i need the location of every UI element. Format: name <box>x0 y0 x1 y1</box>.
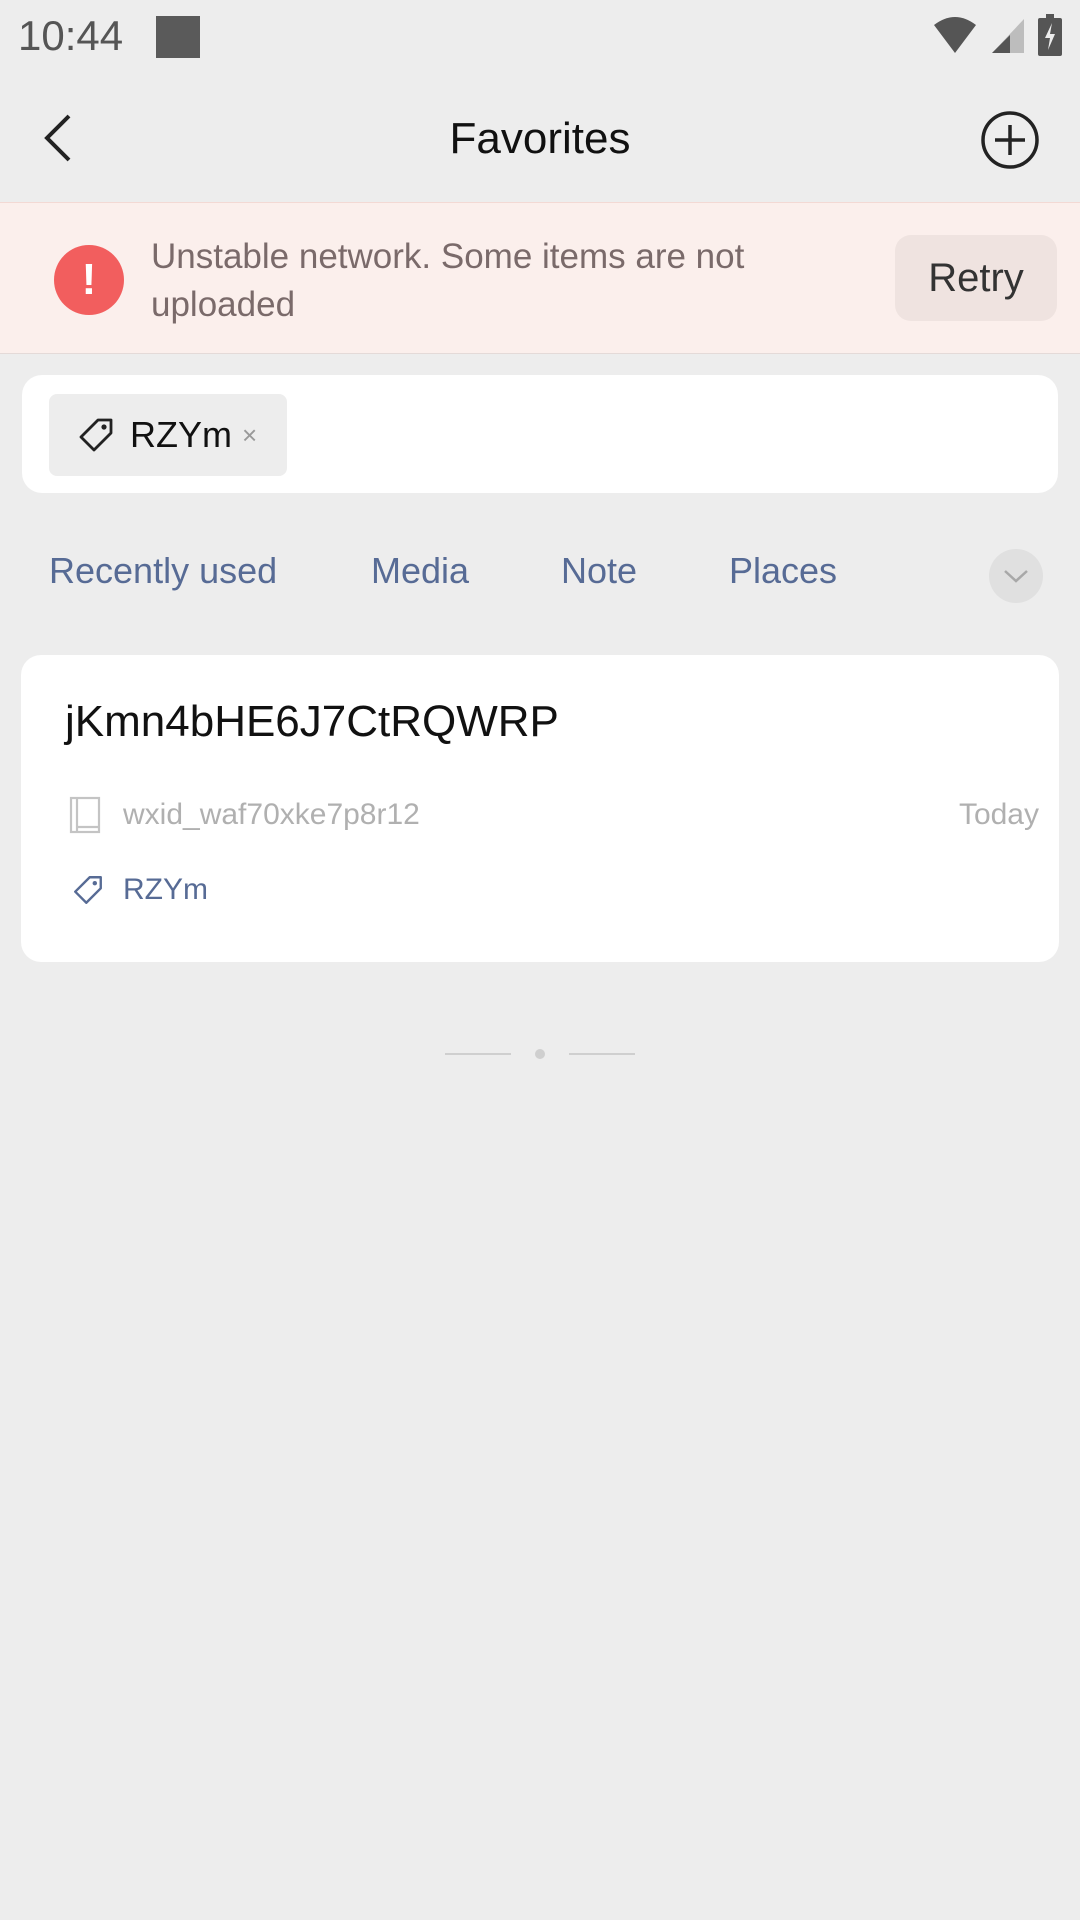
expand-categories-button[interactable] <box>989 549 1043 603</box>
tag-chip-label: RZYm <box>130 414 232 455</box>
book-icon <box>69 796 101 834</box>
remove-tag-icon[interactable]: × <box>242 420 257 451</box>
battery-charging-icon <box>1038 14 1062 56</box>
plus-circle-icon <box>981 111 1039 169</box>
tag-filter-box[interactable]: RZYm × <box>22 375 1058 493</box>
favorite-title: jKmn4bHE6J7CtRQWRP <box>65 697 559 746</box>
tab-places[interactable]: Places <box>729 550 837 592</box>
add-favorite-button[interactable] <box>980 110 1040 170</box>
nav-bar: Favorites <box>0 78 1080 202</box>
notification-icon <box>156 16 200 58</box>
category-tabs: Recently used Media Note Places <box>0 540 1080 612</box>
alert-icon: ! <box>54 245 124 315</box>
favorite-tag: RZYm <box>71 873 208 907</box>
retry-button[interactable]: Retry <box>895 235 1057 321</box>
favorite-date: Today <box>958 798 1039 831</box>
tag-chip[interactable]: RZYm × <box>49 394 287 476</box>
tag-icon <box>74 876 102 904</box>
network-alert-banner: ! Unstable network. Some items are not u… <box>0 202 1080 354</box>
favorite-tag-label: RZYm <box>123 873 208 906</box>
divider-dot <box>535 1049 545 1059</box>
divider-line <box>569 1053 635 1055</box>
status-icons <box>932 14 1062 56</box>
alert-message: Unstable network. Some items are not upl… <box>151 237 745 324</box>
end-of-list-divider <box>445 1046 635 1062</box>
tab-recently-used[interactable]: Recently used <box>49 550 277 592</box>
divider-line <box>445 1053 511 1055</box>
chevron-down-icon <box>1004 570 1028 583</box>
favorite-meta: wxid_waf70xke7p8r12 Today <box>69 795 1039 835</box>
wifi-icon <box>934 17 976 53</box>
page-title: Favorites <box>449 114 631 163</box>
status-time: 10:44 <box>18 12 124 59</box>
tab-media[interactable]: Media <box>371 550 469 592</box>
status-bar: 10:44 <box>0 0 1080 78</box>
tab-note[interactable]: Note <box>561 550 637 592</box>
favorite-card[interactable]: jKmn4bHE6J7CtRQWRP wxid_waf70xke7p8r12 T… <box>21 655 1059 962</box>
tag-icon <box>79 418 113 452</box>
cell-signal-icon <box>992 19 1024 53</box>
favorite-source: wxid_waf70xke7p8r12 <box>123 798 420 831</box>
